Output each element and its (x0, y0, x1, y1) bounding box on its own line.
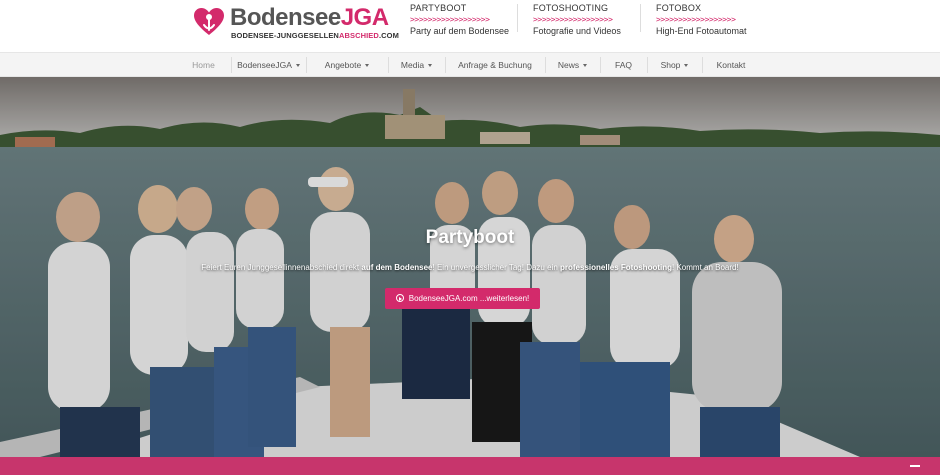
nav-item-bodenseejga[interactable]: BodenseeJGA (231, 53, 306, 77)
nav-item-news[interactable]: News (545, 53, 600, 77)
promo-arrows: >>>>>>>>>>>>>>>>>> (533, 15, 613, 24)
promo-fotoshooting[interactable]: FOTOSHOOTING >>>>>>>>>>>>>>>>>> Fotograf… (533, 2, 653, 37)
nav-item-anfrage-buchung[interactable]: Anfrage & Buchung (445, 53, 545, 77)
promo-subtitle: High-End Fotoautomat (656, 26, 747, 36)
read-more-label: BodenseeJGA.com ...weiterlesen! (408, 294, 530, 303)
logo-wordmark: BodenseeJGA (230, 4, 389, 31)
footer-accent-bar (0, 457, 940, 475)
nav-item-media[interactable]: Media (388, 53, 445, 77)
nav-item-shop[interactable]: Shop (647, 53, 702, 77)
site-logo[interactable]: BodenseeJGA BODENSEE-JUNGGESELLENABSCHIE… (193, 4, 399, 44)
nav-item-kontakt[interactable]: Kontakt (702, 53, 760, 77)
play-circle-icon (395, 294, 404, 302)
promo-divider (517, 4, 518, 32)
heart-logo-icon (194, 8, 224, 35)
hero-slider[interactable]: Partyboot Feiert Euren Junggesellinnenab… (0, 77, 940, 457)
caret-down-icon (583, 64, 588, 68)
promo-subtitle: Party auf dem Bodensee (410, 26, 510, 36)
site-header: BodenseeJGA BODENSEE-JUNGGESELLENABSCHIE… (0, 0, 940, 52)
menu-line-icon[interactable] (910, 465, 920, 469)
nav-item-faq[interactable]: FAQ (600, 53, 647, 77)
promo-subtitle: Fotografie und Videos (533, 26, 621, 36)
promo-fotobox[interactable]: FOTOBOX >>>>>>>>>>>>>>>>>> High-End Foto… (656, 2, 776, 37)
nav-item-home[interactable]: Home (176, 53, 231, 77)
promo-arrows: >>>>>>>>>>>>>>>>>> (656, 15, 736, 24)
main-nav: Home BodenseeJGA Angebote Media Anfrage … (0, 52, 940, 77)
caret-down-icon (365, 64, 370, 68)
hero-title: Partyboot (425, 227, 515, 248)
logo-subline: BODENSEE-JUNGGESELLENABSCHIED.COM (231, 31, 399, 40)
promo-title: FOTOSHOOTING (533, 3, 609, 13)
caret-down-icon (428, 64, 433, 68)
promo-partyboot[interactable]: PARTYBOOT >>>>>>>>>>>>>>>>>> Party auf d… (410, 2, 530, 37)
promo-arrows: >>>>>>>>>>>>>>>>>> (410, 15, 490, 24)
caret-down-icon (295, 64, 300, 68)
promo-title: PARTYBOOT (410, 3, 467, 13)
promo-title: FOTOBOX (656, 3, 702, 13)
nav-item-angebote[interactable]: Angebote (306, 53, 388, 77)
promo-divider (640, 4, 641, 32)
caret-down-icon (684, 64, 689, 68)
hero-description: Feiert Euren Junggesellinnenabschied dir… (201, 263, 739, 272)
read-more-button[interactable]: BodenseeJGA.com ...weiterlesen! (385, 288, 540, 309)
